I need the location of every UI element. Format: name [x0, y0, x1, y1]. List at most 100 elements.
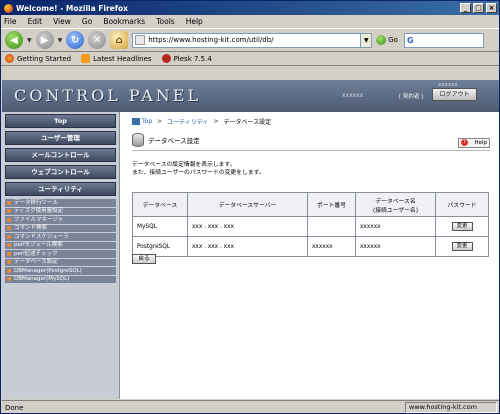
status-bar: Done www.hosting-kit.com — [2, 400, 499, 414]
cell-db-name: xxxxxx — [355, 236, 436, 257]
cell-password: 変更 — [435, 236, 489, 257]
submenu-label: perl記述チェック — [14, 250, 58, 257]
go-arrow-icon — [376, 35, 387, 45]
menu-tools[interactable]: Tools — [156, 17, 174, 26]
firefox-icon — [4, 3, 13, 13]
utility-submenu: データ移行ツール ディスク使用量設定 ファイルマネージャ コマンド検索 コマンド… — [5, 199, 116, 284]
submenu-label: ファイルマネージャ — [14, 216, 64, 223]
rss-feed-icon — [81, 54, 91, 63]
submenu-label: DBManager(MySQL) — [14, 276, 70, 282]
bullet-icon — [7, 234, 11, 239]
table-row: MySQL xxx . xxx . xxx xxxxxx 変更 — [132, 216, 489, 237]
forward-dropdown-icon[interactable]: ▼ — [58, 37, 63, 44]
submenu-label: データ移行ツール — [14, 199, 59, 206]
submenu-item[interactable]: DBManager(MySQL) — [5, 275, 116, 284]
go-button[interactable]: Go — [376, 35, 398, 45]
submenu-label: コマンドスケジューラ — [14, 233, 69, 240]
sidebar-item-web[interactable]: ウェブコントロール — [5, 165, 116, 179]
description-line: データベースの設定情報を表示します。 — [132, 162, 236, 168]
status-text: Done — [5, 403, 24, 412]
breadcrumb: Top > ユーティリティ > データベース設定 — [132, 117, 271, 126]
page-favicon-icon — [135, 35, 146, 45]
account-id: xxxxxx — [342, 92, 364, 99]
window-title: Welcome! - Mozilla Firefox — [16, 3, 129, 13]
page-title: データベース設定 — [148, 137, 200, 145]
search-input[interactable]: G — [403, 32, 484, 48]
bookmark-plesk[interactable]: Plesk 7.5.4 — [161, 54, 212, 63]
bullet-icon — [7, 251, 11, 256]
bookmark-getting-started[interactable]: Getting Started — [5, 54, 71, 63]
menu-help[interactable]: Help — [186, 17, 203, 26]
menu-view[interactable]: View — [53, 17, 71, 26]
submenu-label: perlモジュール検索 — [14, 242, 63, 248]
header-database: データベース — [132, 192, 188, 217]
navigation-toolbar: ◀ ▼ ▶ ▼ ↻ ✕ ⌂ https://www.hosting-kit.co… — [1, 28, 499, 52]
breadcrumb-top-link[interactable]: Top — [142, 118, 152, 125]
help-button[interactable]: ? Help — [458, 138, 490, 148]
breadcrumb-separator: > — [157, 118, 163, 125]
sidebar-item-mail[interactable]: メールコントロール — [5, 148, 116, 162]
menu-go[interactable]: Go — [82, 17, 92, 26]
reload-icon[interactable]: ↻ — [66, 31, 85, 49]
browser-window: Welcome! - Mozilla Firefox _ □ × File Ed… — [0, 0, 500, 414]
menu-bookmarks[interactable]: Bookmarks — [103, 17, 145, 26]
submenu-label: DBManager(PostgreSQL) — [14, 267, 82, 274]
bullet-icon — [7, 200, 11, 205]
cell-port — [307, 216, 356, 237]
url-field[interactable]: https://www.hosting-kit.com/util/db/ ▼ — [132, 32, 373, 48]
bullet-icon — [7, 209, 11, 214]
sidebar: Top ユーザー管理 メールコントロール ウェブコントロール ユーティリティ デ… — [2, 112, 120, 399]
maximize-button[interactable]: □ — [473, 3, 484, 13]
bullet-icon — [7, 260, 11, 265]
bookmark-latest-headlines[interactable]: Latest Headlines — [81, 54, 152, 63]
go-label: Go — [388, 36, 398, 44]
header-port: ポート番号 — [307, 192, 356, 217]
cell-port: xxxxxx — [307, 236, 356, 257]
control-panel-header: CONTROL PANEL xxxxxx xxxxxx [ 契約者 ] ログアウ… — [2, 80, 499, 112]
breadcrumb-separator: > — [213, 118, 219, 125]
question-icon: ? — [461, 139, 468, 146]
change-password-button[interactable]: 変更 — [451, 222, 473, 231]
main-panel: Top > ユーティリティ > データベース設定 データベース設定 ? Help… — [128, 112, 492, 399]
back-arrow-icon[interactable]: ◀ — [5, 31, 23, 49]
header-db-name: データベース名 (接続ユーザー名) — [355, 192, 436, 217]
bookmark-label: Plesk 7.5.4 — [173, 54, 212, 63]
page-description: データベースの設定情報を表示します。 また、接続ユーザーのパスワードの変更をしま… — [132, 161, 265, 177]
google-search-icon: G — [406, 35, 414, 45]
header-password: パスワード — [435, 192, 489, 217]
submenu-label: データベース設定 — [14, 259, 58, 265]
page-heading: データベース設定 — [132, 133, 200, 147]
title-bar: Welcome! - Mozilla Firefox _ □ × — [1, 1, 499, 15]
breadcrumb-utility-link[interactable]: ユーティリティ — [167, 117, 208, 126]
bullet-icon — [7, 217, 11, 222]
change-password-button[interactable]: 変更 — [451, 242, 473, 251]
back-button[interactable]: 戻る — [132, 254, 156, 264]
description-line: また、接続ユーザーのパスワードの変更をします。 — [132, 170, 265, 176]
close-button[interactable]: × — [486, 3, 497, 13]
cell-server: xxx . xxx . xxx — [187, 236, 308, 257]
sidebar-item-utility[interactable]: ユーティリティ — [5, 182, 116, 196]
cell-database: MySQL — [132, 216, 188, 237]
menu-file[interactable]: File — [4, 17, 17, 26]
forward-arrow-icon[interactable]: ▶ — [35, 31, 54, 49]
database-table: データベース データベースサーバー ポート番号 データベース名 (接続ユーザー名… — [132, 192, 489, 257]
back-dropdown-icon[interactable]: ▼ — [27, 37, 32, 44]
status-host: www.hosting-kit.com — [405, 402, 497, 413]
stop-icon[interactable]: ✕ — [88, 31, 107, 49]
home-icon — [132, 118, 140, 125]
sidebar-item-top[interactable]: Top — [5, 114, 116, 128]
menu-edit[interactable]: Edit — [28, 17, 43, 26]
contract-link[interactable]: [ 契約者 ] — [399, 92, 423, 100]
bookmark-label: Getting Started — [17, 54, 72, 63]
url-text[interactable]: https://www.hosting-kit.com/util/db/ — [148, 36, 360, 44]
minimize-button[interactable]: _ — [460, 3, 471, 13]
table-row: PostgreSQL xxx . xxx . xxx xxxxxx xxxxxx… — [132, 236, 489, 257]
home-icon[interactable]: ⌂ — [110, 31, 129, 49]
submenu-label: ディスク使用量設定 — [14, 208, 64, 214]
logout-button[interactable]: ログアウト — [432, 88, 477, 101]
cell-db-name: xxxxxx — [355, 216, 436, 237]
sidebar-item-users[interactable]: ユーザー管理 — [5, 131, 116, 145]
url-dropdown-icon[interactable]: ▼ — [360, 33, 372, 47]
breadcrumb-current: データベース設定 — [223, 119, 272, 126]
control-panel-logo: CONTROL PANEL — [14, 86, 202, 105]
